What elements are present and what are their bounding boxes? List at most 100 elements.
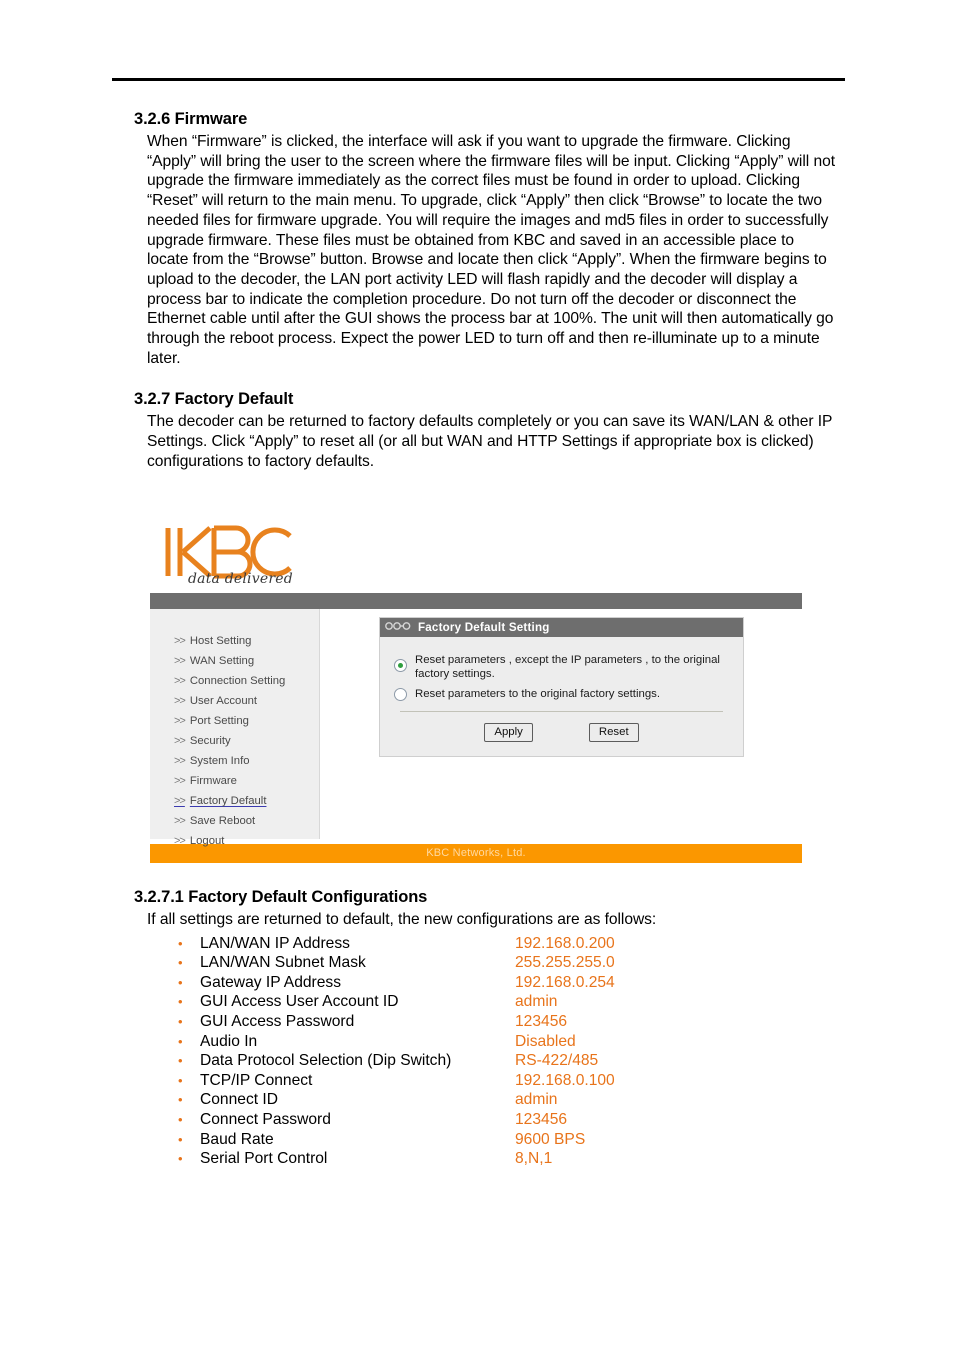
- bullet-icon: •: [178, 1053, 183, 1069]
- config-label: Serial Port Control: [200, 1150, 328, 1168]
- chevron-right-icon: >>: [174, 775, 186, 787]
- list-item: • LAN/WAN IP Address 192.168.0.200: [0, 934, 954, 954]
- ui-sidebar: >> Host Setting >> WAN Setting >> Connectio…: [150, 609, 320, 847]
- panel-header: Factory Default Setting: [380, 618, 743, 637]
- sidebar-item-label: Factory Default: [189, 795, 267, 807]
- config-label: Audio In: [200, 1032, 258, 1050]
- config-section: 3.2.7.1 Factory Default Configurations I…: [0, 888, 954, 1169]
- radio-option-label: Reset parameters , except the IP paramet…: [415, 654, 720, 680]
- sidebar-item-label: Save Reboot: [189, 815, 256, 827]
- sidebar-item-logout[interactable]: >> Logout: [150, 831, 319, 851]
- config-label: Gateway IP Address: [200, 973, 341, 991]
- config-list: • LAN/WAN IP Address 192.168.0.200 • LAN…: [0, 934, 954, 1169]
- bullet-icon: •: [178, 1092, 183, 1108]
- sidebar-item-connection-setting[interactable]: >> Connection Setting: [150, 671, 319, 691]
- config-value: Disabled: [515, 1032, 576, 1050]
- page-header-rule: [112, 78, 845, 81]
- config-value: RS-422/485: [515, 1052, 599, 1070]
- embedded-ui-screenshot: data delivered >> Host Setting >> WAN Sett…: [150, 519, 802, 863]
- bullet-icon: •: [178, 1151, 183, 1167]
- section-heading-configurations: 3.2.7.1 Factory Default Configurations: [134, 888, 428, 906]
- list-item: • TCP/IP Connect 192.168.0.100: [0, 1071, 954, 1091]
- config-value: 9600 BPS: [515, 1130, 586, 1148]
- sidebar-item-system-info[interactable]: >> System Info: [150, 751, 319, 771]
- reset-button[interactable]: Reset: [588, 723, 639, 742]
- radio-button-selected-icon[interactable]: [394, 659, 407, 672]
- section-paragraph-factory-default: The decoder can be returned to factory d…: [147, 413, 833, 470]
- chevron-right-icon: >>: [174, 795, 186, 807]
- sidebar-item-factory-default[interactable]: >> Factory Default: [150, 791, 319, 811]
- bullet-icon: •: [178, 994, 183, 1010]
- bullet-icon: •: [178, 955, 183, 971]
- radio-button-unselected-icon[interactable]: [394, 688, 407, 701]
- config-value: admin: [515, 1091, 558, 1109]
- sidebar-item-label: Port Setting: [189, 715, 249, 727]
- ui-body: >> Host Setting >> WAN Setting >> Connectio…: [150, 609, 802, 847]
- sidebar-item-port-setting[interactable]: >> Port Setting: [150, 711, 319, 731]
- config-value: 8,N,1: [515, 1150, 553, 1168]
- list-item: • Connect Password 123456: [0, 1110, 954, 1130]
- bullet-icon: •: [178, 1131, 183, 1147]
- list-item: • Gateway IP Address 192.168.0.254: [0, 973, 954, 993]
- factory-default-panel: Factory Default Setting Reset parameters…: [379, 617, 744, 757]
- sidebar-item-label: WAN Setting: [189, 655, 255, 667]
- list-item: • GUI Access Password 123456: [0, 1012, 954, 1032]
- sidebar-item-wan-setting[interactable]: >> WAN Setting: [150, 651, 319, 671]
- apply-button[interactable]: Apply: [484, 723, 533, 742]
- sidebar-item-host-setting[interactable]: >> Host Setting: [150, 631, 319, 651]
- sidebar-item-security[interactable]: >> Security: [150, 731, 319, 751]
- config-intro-text: If all settings are returned to default,…: [147, 911, 657, 928]
- radio-option-keep-ip[interactable]: Reset parameters , except the IP paramet…: [394, 653, 729, 681]
- sidebar-item-label: System Info: [189, 755, 250, 767]
- list-item: • Serial Port Control 8,N,1: [0, 1149, 954, 1169]
- config-value: admin: [515, 993, 558, 1011]
- bullet-icon: •: [178, 1072, 183, 1088]
- section-paragraph-firmware: When “Firmware” is clicked, the interfac…: [147, 133, 835, 367]
- chevron-right-icon: >>: [174, 695, 186, 707]
- config-label: TCP/IP Connect: [200, 1071, 313, 1089]
- chevron-right-icon: >>: [174, 635, 186, 647]
- chevron-right-icon: >>: [174, 835, 186, 847]
- config-label: GUI Access Password: [200, 1013, 355, 1031]
- kbc-tagline: data delivered: [188, 571, 293, 587]
- sidebar-item-label: Security: [189, 735, 231, 747]
- list-item: • GUI Access User Account ID admin: [0, 992, 954, 1012]
- sidebar-item-label: Connection Setting: [189, 675, 286, 687]
- document-body: 3.2.6 Firmware When “Firmware” is clicke…: [0, 110, 954, 472]
- sidebar-item-label: User Account: [189, 695, 258, 707]
- list-item: • Data Protocol Selection (Dip Switch) R…: [0, 1051, 954, 1071]
- config-label: Data Protocol Selection (Dip Switch): [200, 1052, 452, 1070]
- config-value: 192.168.0.200: [515, 934, 615, 952]
- radio-option-full-reset[interactable]: Reset parameters to the original factory…: [394, 687, 729, 701]
- list-item: • Audio In Disabled: [0, 1032, 954, 1052]
- sidebar-item-firmware[interactable]: >> Firmware: [150, 771, 319, 791]
- chevron-right-icon: >>: [174, 715, 186, 727]
- sidebar-item-label: Host Setting: [189, 635, 252, 647]
- chevron-right-icon: >>: [174, 655, 186, 667]
- ui-sidebar-menu: >> Host Setting >> WAN Setting >> Connectio…: [150, 609, 319, 851]
- sidebar-item-user-account[interactable]: >> User Account: [150, 691, 319, 711]
- config-value: 192.168.0.100: [515, 1071, 615, 1089]
- panel-title: Factory Default Setting: [418, 621, 550, 634]
- config-label: Connect Password: [200, 1111, 331, 1129]
- ui-brand-header: data delivered: [150, 519, 802, 593]
- ui-top-gray-bar: [150, 593, 802, 609]
- panel-button-row: Apply Reset: [380, 712, 743, 756]
- bullet-icon: •: [178, 1014, 183, 1030]
- sidebar-item-label: Firmware: [189, 775, 237, 787]
- sidebar-item-save-reboot[interactable]: >> Save Reboot: [150, 811, 319, 831]
- bullet-icon: •: [178, 1112, 183, 1128]
- panel-content: Reset parameters , except the IP paramet…: [380, 637, 743, 712]
- chevron-right-icon: >>: [174, 675, 186, 687]
- config-label: Baud Rate: [200, 1130, 274, 1148]
- config-label: LAN/WAN IP Address: [200, 934, 350, 952]
- config-value: 123456: [515, 1013, 568, 1031]
- list-item: • LAN/WAN Subnet Mask 255.255.255.0: [0, 953, 954, 973]
- config-value: 255.255.255.0: [515, 954, 615, 972]
- bullet-icon: •: [178, 974, 183, 990]
- bullet-icon: •: [178, 935, 183, 951]
- chain-link-icon: [385, 618, 411, 637]
- bullet-icon: •: [178, 1033, 183, 1049]
- config-label: LAN/WAN Subnet Mask: [200, 954, 366, 972]
- config-label: GUI Access User Account ID: [200, 993, 399, 1011]
